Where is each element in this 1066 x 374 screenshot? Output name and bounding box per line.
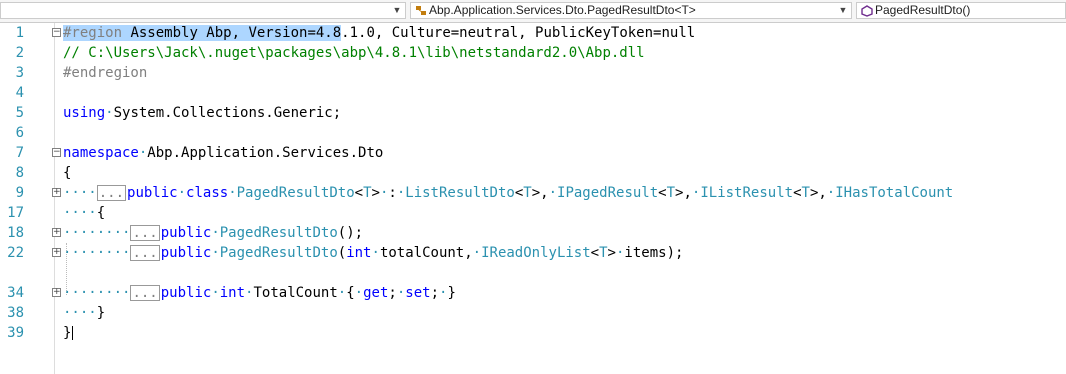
code-line: 7 − namespace·Abp.Application.Services.D… xyxy=(0,143,1066,163)
code-line: 3 #endregion xyxy=(0,63,1066,83)
line-number: 6 xyxy=(15,125,24,141)
line-number: 5 xyxy=(15,105,24,121)
member-dropdown[interactable]: PagedResultDto() xyxy=(856,2,1066,19)
collapsed-block[interactable]: ... xyxy=(96,185,127,201)
constructor-declaration: ········... public·PagedResultDto(); xyxy=(63,225,364,241)
expand-icon[interactable]: + xyxy=(52,188,61,197)
expand-icon[interactable]: + xyxy=(52,228,61,237)
using-keyword: using xyxy=(63,105,106,121)
code-line: 17 ····{ xyxy=(0,203,1066,223)
region-keyword: #region xyxy=(63,25,123,41)
type-dropdown[interactable]: Abp.Application.Services.Dto.PagedResult… xyxy=(410,2,852,19)
expand-icon[interactable]: + xyxy=(52,248,61,257)
endregion-keyword: #endregion xyxy=(63,65,148,81)
region-selected-text: Assembly Abp, Version=4.8 xyxy=(122,25,342,41)
namespace-name: Abp.Application.Services.Dto xyxy=(147,145,384,161)
property-name: TotalCount xyxy=(253,285,338,301)
namespace-declaration: namespace·Abp.Application.Services.Dto xyxy=(63,145,384,161)
code-line: 18 + ········... public·PagedResultDto(); xyxy=(0,223,1066,243)
class-name: PagedResultDto xyxy=(236,185,355,201)
class-icon xyxy=(414,3,428,18)
collapse-icon[interactable]: − xyxy=(52,148,61,157)
chevron-down-icon[interactable]: ▼ xyxy=(391,3,403,18)
collapsed-block[interactable]: ... xyxy=(130,225,160,241)
line-number: 4 xyxy=(15,85,24,101)
line-number: 3 xyxy=(15,65,24,81)
collapsed-block[interactable]: ... xyxy=(130,285,160,301)
code-line: 4 xyxy=(0,83,1066,103)
property-declaration: ········... public·int·TotalCount·{·get;·… xyxy=(63,285,456,301)
line-number: 7 xyxy=(15,145,24,161)
method-icon xyxy=(860,3,874,18)
line-number: 39 xyxy=(7,325,24,341)
navigation-bar: ▼ Abp.Application.Services.Dto.PagedResu… xyxy=(0,0,1066,23)
line-number: 1 xyxy=(15,25,24,41)
type-dropdown-label: Abp.Application.Services.Dto.PagedResult… xyxy=(429,3,696,17)
line-number: 34 xyxy=(7,285,24,301)
collapsed-block[interactable]: ... xyxy=(130,245,160,261)
using-statement: using·System.Collections.Generic; xyxy=(63,105,342,121)
namespace-keyword: namespace xyxy=(63,145,139,161)
line-number: 22 xyxy=(7,245,24,261)
code-line: 9 + ····... public·class·PagedResultDto<T… xyxy=(0,183,1066,203)
line-number: 18 xyxy=(7,225,24,241)
using-namespace: System.Collections.Generic; xyxy=(113,105,342,121)
code-line: 5 using·System.Collections.Generic; xyxy=(0,103,1066,123)
collapse-icon[interactable]: − xyxy=(52,28,61,37)
region-line: #region Assembly Abp, Version=4.8.1.0, C… xyxy=(63,23,695,43)
code-line: 34 + ········... public·int·TotalCount·{·… xyxy=(0,283,1066,303)
chevron-down-icon[interactable]: ▼ xyxy=(837,3,849,18)
class-close-brace: ····} xyxy=(63,305,106,321)
code-line: 2 // C:\Users\Jack\.nuget\packages\abp\4… xyxy=(0,43,1066,63)
text-caret xyxy=(72,326,74,340)
region-text: .1.0, Culture=neutral, PublicKeyToken=nu… xyxy=(341,25,696,41)
line-number: 2 xyxy=(15,45,24,61)
code-line: 38 ····} xyxy=(0,303,1066,323)
class-open-brace: ····{ xyxy=(63,205,106,221)
expand-icon[interactable]: + xyxy=(52,288,61,297)
open-brace: { xyxy=(63,165,72,181)
line-number: 17 xyxy=(7,205,24,221)
code-line: 22 + ········... public·PagedResultDto(in… xyxy=(0,243,1066,263)
code-line: 8 { xyxy=(0,163,1066,183)
member-dropdown-label: PagedResultDto() xyxy=(875,3,971,17)
constructor-declaration: ········... public·PagedResultDto(int·tot… xyxy=(63,245,684,261)
class-declaration: ····... public·class·PagedResultDto<T>·:·… xyxy=(63,185,954,201)
line-number: 8 xyxy=(15,165,24,181)
line-number: 38 xyxy=(7,305,24,321)
code-line: 39 } xyxy=(0,323,1066,343)
code-line: 6 xyxy=(0,123,1066,143)
line-number: 9 xyxy=(15,185,24,201)
project-dropdown[interactable]: ▼ xyxy=(0,2,406,19)
comment-path: // C:\Users\Jack\.nuget\packages\abp\4.8… xyxy=(63,45,645,61)
code-editor[interactable]: 1 − #region Assembly Abp, Version=4.8.1.… xyxy=(0,23,1066,374)
namespace-close-brace: } xyxy=(63,325,74,341)
code-line: 1 − #region Assembly Abp, Version=4.8.1.… xyxy=(0,23,1066,43)
